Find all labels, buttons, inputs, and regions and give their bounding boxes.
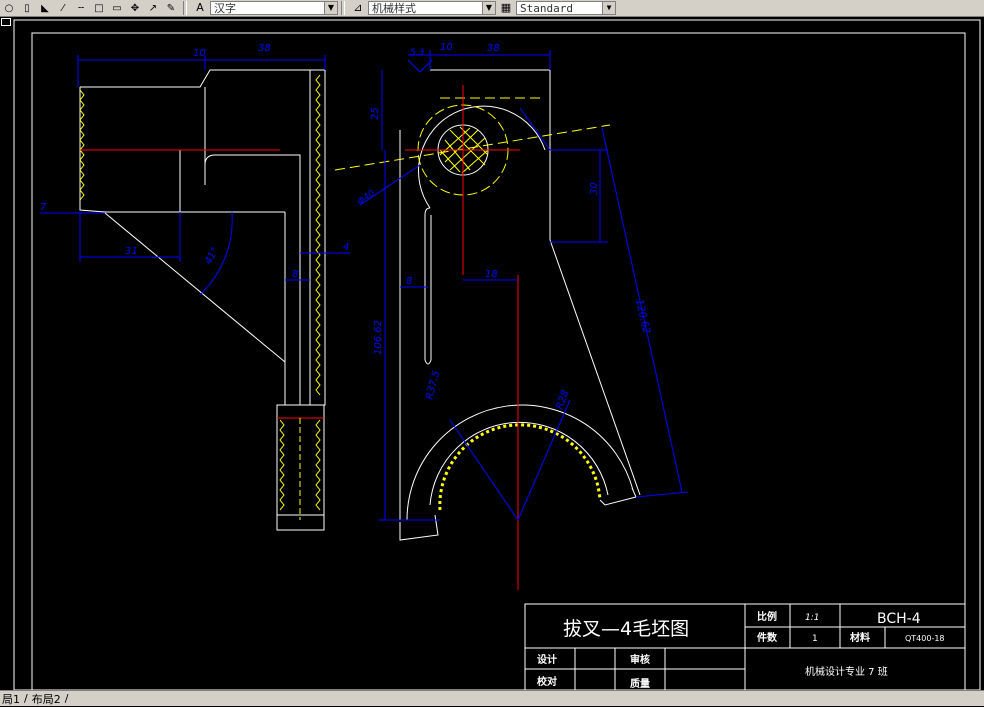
material-value: QT400-18	[905, 634, 945, 643]
dim-style-combo[interactable]: 机械样式 ▼	[368, 1, 496, 15]
fork-tip-left	[399, 514, 439, 541]
tab-separator: /	[24, 692, 28, 705]
table-style-value: Standard	[520, 1, 573, 15]
dashed-line-icon[interactable]: ╌	[73, 1, 89, 15]
dim-text: 38	[487, 43, 500, 54]
toolbar-separator	[341, 1, 345, 15]
body-right	[549, 239, 641, 496]
curve-icon[interactable]: ↗	[145, 1, 161, 15]
chevron-down-icon[interactable]: ▼	[324, 2, 337, 14]
count-label: 件数	[757, 631, 778, 644]
text-style-icon[interactable]: A	[192, 1, 208, 15]
layout-tabs: 局1 / 布局2 /	[0, 690, 984, 706]
text-style-value: 汉字	[214, 2, 236, 15]
middle-view: 5.3 10 38 25 Φ40 30 18 8 106.62 R37.5 R2…	[334, 42, 689, 590]
left-slope	[104, 212, 286, 363]
fork-inner	[429, 421, 609, 506]
review-label: 审核	[630, 653, 650, 666]
scale-value: 1:1	[805, 613, 819, 623]
table-style-combo[interactable]: Standard ▼	[516, 1, 616, 15]
pen-icon[interactable]: ✎	[163, 1, 179, 15]
dim-style-value: 机械样式	[372, 2, 416, 15]
left-outline-top	[80, 69, 326, 406]
department: 机械设计专业 7 班	[805, 665, 888, 678]
triangle-icon[interactable]: ◣	[37, 1, 53, 15]
drawing-canvas[interactable]: 10 38 7 31 41° 8 4 5.3 10 38 25 Φ40 30 1…	[0, 17, 984, 690]
dim-text: 8	[292, 269, 298, 280]
dim-text: 7	[40, 202, 47, 213]
radius-line	[517, 399, 571, 521]
dim-text: 38	[258, 43, 271, 54]
dim-text: 31	[125, 246, 138, 257]
roughness-symbol	[407, 59, 433, 73]
slot	[424, 207, 432, 365]
sheet-inner-border	[31, 32, 966, 690]
check-label: 校对	[537, 675, 557, 688]
left-hatch	[315, 74, 321, 396]
rect-icon[interactable]: ▯	[19, 1, 35, 15]
dim-text: Φ40	[356, 188, 377, 207]
scale-label: 比例	[757, 610, 777, 623]
toolbar: ○ ▯ ◣ ⁄ ╌ □ ▭ ✥ ↗ ✎ A 汉字 ▼ ⊿ 机械样式 ▼ ▦ St…	[0, 0, 984, 17]
dim-text: 120.62	[633, 298, 652, 335]
count-value: 1	[812, 634, 818, 644]
quality-label: 质量	[630, 677, 650, 690]
table-style-icon[interactable]: ▦	[498, 1, 514, 15]
design-label: 设计	[537, 653, 557, 666]
tab-layout2[interactable]: 布局2	[30, 691, 63, 707]
drawing-title: 拔叉—4毛坯图	[563, 618, 689, 640]
dim-text: 41°	[203, 246, 221, 267]
toolbar-separator	[183, 1, 187, 15]
dim-text: 5.3	[410, 48, 425, 58]
fork-hatch	[438, 423, 602, 511]
dim-text: 30	[589, 182, 600, 195]
left-boss-hatch	[315, 419, 321, 511]
dim-text: 106.62	[373, 320, 384, 355]
material-label: 材料	[850, 631, 870, 644]
text-style-combo[interactable]: 汉字 ▼	[210, 1, 338, 15]
dim-text: R28	[554, 389, 571, 411]
dim-line	[519, 107, 551, 151]
dim-text: 10	[193, 48, 206, 59]
line-icon[interactable]: ⁄	[55, 1, 71, 15]
fork-tip-right	[599, 487, 637, 506]
hub-outer	[418, 105, 546, 209]
dim-text: 8	[406, 276, 412, 287]
left-view: 10 38 7 31 41° 8 4	[40, 43, 350, 531]
chevron-down-icon[interactable]: ▼	[482, 2, 495, 14]
sheet-outer-border	[13, 19, 981, 690]
tab-separator: /	[64, 692, 69, 705]
tab-layout1[interactable]: 局1	[0, 691, 22, 707]
left-hatch	[79, 89, 85, 201]
circle-icon[interactable]: ○	[1, 1, 17, 15]
dim-text: 4	[343, 242, 349, 253]
dim-ext	[635, 491, 689, 498]
dim-text: R37.5	[424, 370, 442, 401]
chevron-down-icon[interactable]: ▼	[602, 2, 615, 14]
drawing-code: BCH-4	[877, 611, 921, 627]
dim-text: 25	[370, 107, 381, 120]
left-boss-hatch	[279, 419, 285, 511]
dim-text: 18	[485, 269, 498, 280]
square2-icon[interactable]: ▭	[109, 1, 125, 15]
dim-style-icon[interactable]: ⊿	[350, 1, 366, 15]
move-icon[interactable]: ✥	[127, 1, 143, 15]
dim-text: 10	[440, 42, 453, 53]
left-step	[204, 154, 301, 180]
title-block-text: 拔叉—4毛坯图 比例 1:1 BCH-4 件数 1 材料 QT400-18 设计…	[537, 610, 945, 690]
square-icon[interactable]: □	[91, 1, 107, 15]
